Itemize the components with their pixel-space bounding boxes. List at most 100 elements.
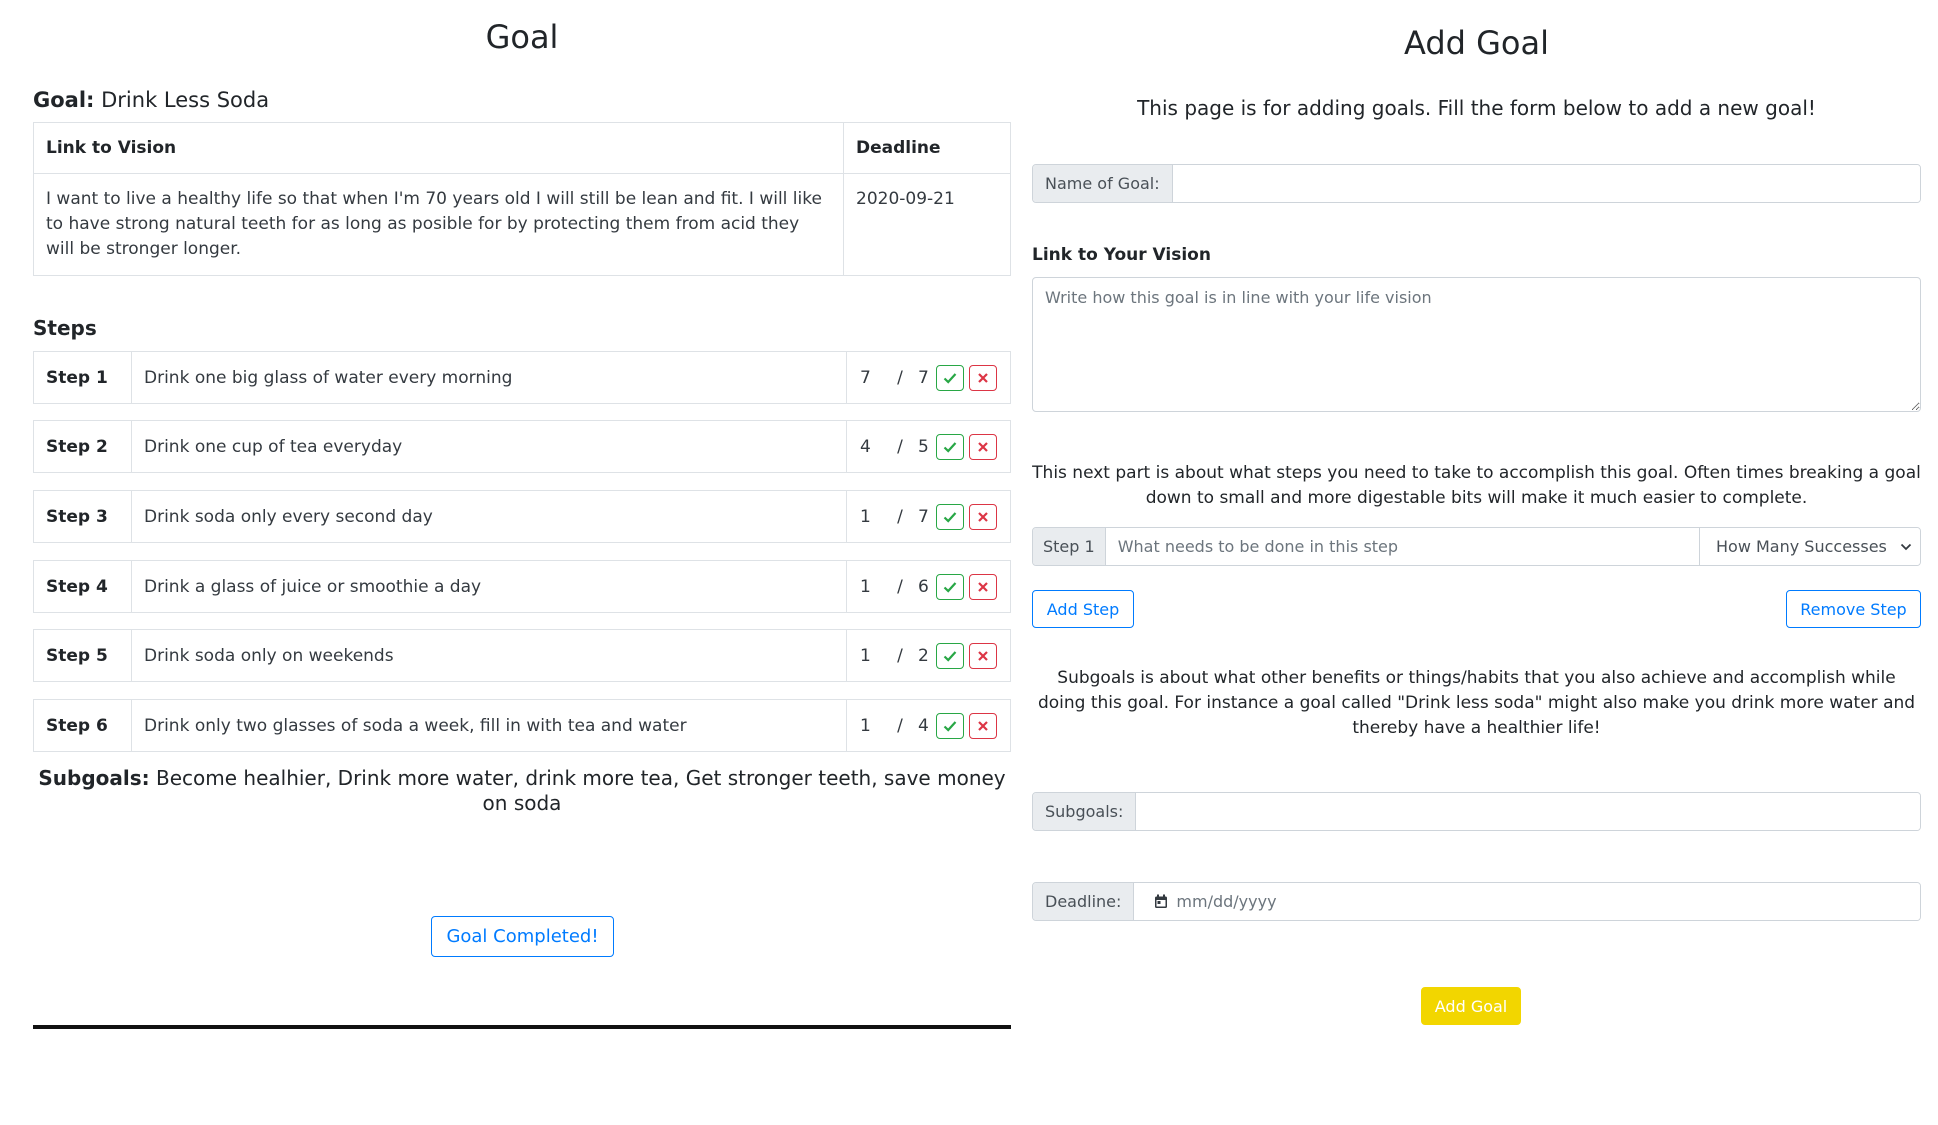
- subgoals-text: Become healhier, Drink more water, drink…: [156, 766, 1006, 815]
- deadline-prefix: Deadline:: [1033, 883, 1135, 920]
- fail-button[interactable]: [969, 712, 997, 739]
- goal-view-panel: Goal Goal: Drink Less Soda Link to Visio…: [33, 0, 1011, 1125]
- fail-button[interactable]: [969, 573, 997, 600]
- add-goal-intro: This page is for adding goals. Fill the …: [1137, 96, 1816, 120]
- step-done-count: 4: [860, 436, 871, 457]
- remove-step-button[interactable]: Remove Step: [1786, 590, 1921, 628]
- success-button[interactable]: [936, 503, 964, 530]
- x-icon: [978, 511, 988, 522]
- step-progress: 1 / 2: [847, 630, 1010, 681]
- x-icon: [978, 720, 988, 731]
- step-progress: 7 / 7: [847, 352, 1010, 403]
- x-icon: [978, 372, 988, 383]
- step-label: Step 2: [34, 421, 132, 472]
- step-count-separator: /: [897, 715, 903, 736]
- add-goal-panel: Add Goal This page is for adding goals. …: [1032, 0, 1921, 1125]
- fail-button[interactable]: [969, 433, 997, 460]
- deadline-input[interactable]: [1168, 883, 1920, 920]
- column-header-deadline: Deadline: [843, 122, 1011, 174]
- calendar-icon[interactable]: [1154, 883, 1168, 920]
- step-text: Drink soda only on weekends: [132, 630, 847, 681]
- step-count-separator: /: [897, 436, 903, 457]
- step-total-count: 6: [918, 576, 929, 597]
- success-button[interactable]: [936, 573, 964, 600]
- deadline-group: Deadline:: [1032, 882, 1921, 921]
- step-count-separator: /: [897, 576, 903, 597]
- goal-heading: Goal: Drink Less Soda: [33, 88, 269, 112]
- step-done-count: 1: [860, 506, 871, 527]
- goal-label: Goal:: [33, 88, 95, 112]
- step-label: Step 4: [34, 561, 132, 612]
- check-icon: [943, 511, 957, 523]
- chevron-down-icon: [1900, 543, 1912, 550]
- step-progress: 1 / 6: [847, 561, 1010, 612]
- step-row: Step 4 Drink a glass of juice or smoothi…: [33, 560, 1011, 613]
- fail-button[interactable]: [969, 364, 997, 391]
- steps-heading: Steps: [33, 316, 97, 340]
- add-goal-button[interactable]: Add Goal: [1421, 987, 1521, 1025]
- vision-text: I want to live a healthy life so that wh…: [33, 173, 844, 276]
- check-icon: [943, 372, 957, 384]
- step-input-group: Step 1 How Many Successes: [1032, 527, 1921, 566]
- step-text: Drink one cup of tea everyday: [132, 421, 847, 472]
- step-count-separator: /: [897, 506, 903, 527]
- divider: [33, 1025, 1011, 1029]
- goal-name-input[interactable]: [1172, 165, 1920, 202]
- step-total-count: 4: [918, 715, 929, 736]
- x-icon: [978, 581, 988, 592]
- goal-completed-button[interactable]: Goal Completed!: [431, 916, 614, 957]
- step-label: Step 3: [34, 491, 132, 542]
- subgoals-group: Subgoals:: [1032, 792, 1921, 831]
- step-progress: 4 / 5: [847, 421, 1010, 472]
- step-row: Step 3 Drink soda only every second day …: [33, 490, 1011, 543]
- successes-select-value: How Many Successes: [1716, 537, 1887, 556]
- success-button[interactable]: [936, 433, 964, 460]
- subgoals-summary: Subgoals: Become healhier, Drink more wa…: [33, 766, 1011, 816]
- fail-button[interactable]: [969, 503, 997, 530]
- step-label: Step 6: [34, 700, 132, 751]
- step-text: Drink only two glasses of soda a week, f…: [132, 700, 847, 751]
- vision-table: Link to Vision Deadline I want to live a…: [33, 122, 1011, 276]
- subgoals-prefix: Subgoals:: [1033, 793, 1137, 830]
- add-step-button[interactable]: Add Step: [1032, 590, 1134, 628]
- step-input[interactable]: [1105, 528, 1699, 565]
- x-icon: [978, 441, 988, 452]
- x-icon: [978, 650, 988, 661]
- step-done-count: 1: [860, 715, 871, 736]
- fail-button[interactable]: [969, 642, 997, 669]
- check-icon: [943, 720, 957, 732]
- step-text: Drink a glass of juice or smoothie a day: [132, 561, 847, 612]
- step-count-separator: /: [897, 645, 903, 666]
- check-icon: [943, 650, 957, 662]
- subgoals-intro: Subgoals is about what other benefits or…: [1037, 668, 1916, 738]
- step-done-count: 1: [860, 645, 871, 666]
- step-done-count: 7: [860, 367, 871, 388]
- step-total-count: 5: [918, 436, 929, 457]
- steps-intro: This next part is about what steps you n…: [1032, 463, 1921, 508]
- step-label: Step 5: [34, 630, 132, 681]
- check-icon: [943, 441, 957, 453]
- step-row: Step 5 Drink soda only on weekends 1 / 2: [33, 629, 1011, 682]
- step-prefix: Step 1: [1033, 528, 1106, 565]
- step-total-count: 7: [918, 367, 929, 388]
- vision-textarea[interactable]: [1032, 277, 1921, 412]
- success-button[interactable]: [936, 364, 964, 391]
- step-row: Step 1 Drink one big glass of water ever…: [33, 351, 1011, 404]
- page-title: Goal: [485, 18, 559, 56]
- step-text: Drink soda only every second day: [132, 491, 847, 542]
- subgoals-input[interactable]: [1136, 793, 1920, 830]
- subgoals-label: Subgoals:: [38, 766, 150, 790]
- column-header-vision: Link to Vision: [33, 122, 844, 174]
- step-row: Step 6 Drink only two glasses of soda a …: [33, 699, 1011, 752]
- deadline-value: 2020-09-21: [843, 173, 1011, 276]
- step-label: Step 1: [34, 352, 132, 403]
- step-row: Step 2 Drink one cup of tea everyday 4 /…: [33, 420, 1011, 473]
- step-total-count: 7: [918, 506, 929, 527]
- step-total-count: 2: [918, 645, 929, 666]
- success-button[interactable]: [936, 712, 964, 739]
- step-count-separator: /: [897, 367, 903, 388]
- goal-name-group: Name of Goal:: [1032, 164, 1921, 203]
- successes-select[interactable]: How Many Successes: [1699, 528, 1920, 565]
- success-button[interactable]: [936, 642, 964, 669]
- step-progress: 1 / 7: [847, 491, 1010, 542]
